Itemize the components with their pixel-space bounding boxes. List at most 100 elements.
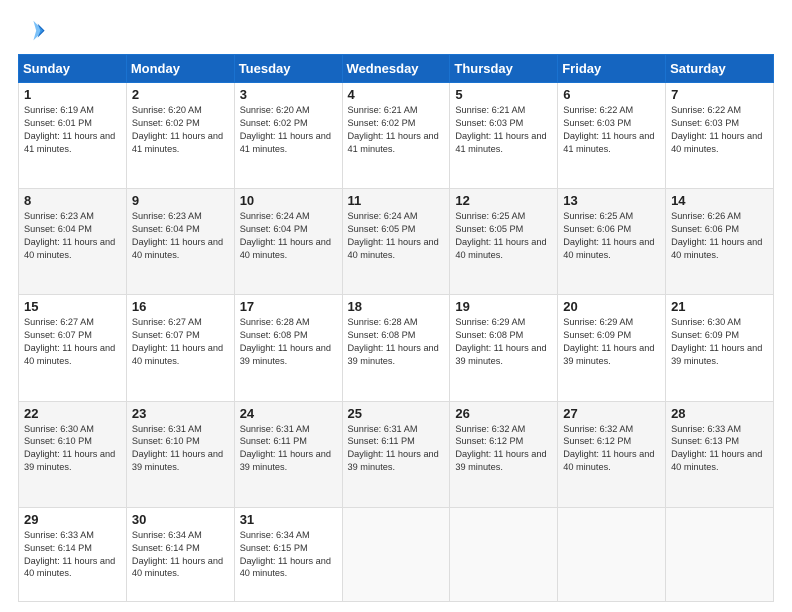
day-info: Sunrise: 6:20 AMSunset: 6:02 PMDaylight:…	[132, 105, 223, 154]
day-info: Sunrise: 6:22 AMSunset: 6:03 PMDaylight:…	[563, 105, 654, 154]
table-row: 18 Sunrise: 6:28 AMSunset: 6:08 PMDaylig…	[342, 295, 450, 401]
day-number: 19	[455, 299, 552, 314]
table-row	[666, 507, 774, 601]
table-row: 29 Sunrise: 6:33 AMSunset: 6:14 PMDaylig…	[19, 507, 127, 601]
day-info: Sunrise: 6:31 AMSunset: 6:10 PMDaylight:…	[132, 424, 223, 473]
table-row: 15 Sunrise: 6:27 AMSunset: 6:07 PMDaylig…	[19, 295, 127, 401]
day-number: 5	[455, 87, 552, 102]
day-number: 31	[240, 512, 337, 527]
table-row: 30 Sunrise: 6:34 AMSunset: 6:14 PMDaylig…	[126, 507, 234, 601]
table-row: 7 Sunrise: 6:22 AMSunset: 6:03 PMDayligh…	[666, 83, 774, 189]
table-row: 13 Sunrise: 6:25 AMSunset: 6:06 PMDaylig…	[558, 189, 666, 295]
col-monday: Monday	[126, 55, 234, 83]
day-info: Sunrise: 6:34 AMSunset: 6:14 PMDaylight:…	[132, 530, 223, 579]
table-row: 6 Sunrise: 6:22 AMSunset: 6:03 PMDayligh…	[558, 83, 666, 189]
day-info: Sunrise: 6:25 AMSunset: 6:05 PMDaylight:…	[455, 211, 546, 260]
table-row: 5 Sunrise: 6:21 AMSunset: 6:03 PMDayligh…	[450, 83, 558, 189]
table-row	[558, 507, 666, 601]
day-number: 1	[24, 87, 121, 102]
day-info: Sunrise: 6:20 AMSunset: 6:02 PMDaylight:…	[240, 105, 331, 154]
calendar-table: Sunday Monday Tuesday Wednesday Thursday…	[18, 54, 774, 602]
day-number: 4	[348, 87, 445, 102]
day-info: Sunrise: 6:26 AMSunset: 6:06 PMDaylight:…	[671, 211, 762, 260]
day-number: 22	[24, 406, 121, 421]
table-row	[342, 507, 450, 601]
day-info: Sunrise: 6:29 AMSunset: 6:08 PMDaylight:…	[455, 317, 546, 366]
day-number: 15	[24, 299, 121, 314]
table-row: 16 Sunrise: 6:27 AMSunset: 6:07 PMDaylig…	[126, 295, 234, 401]
table-row: 11 Sunrise: 6:24 AMSunset: 6:05 PMDaylig…	[342, 189, 450, 295]
day-info: Sunrise: 6:28 AMSunset: 6:08 PMDaylight:…	[240, 317, 331, 366]
table-row: 19 Sunrise: 6:29 AMSunset: 6:08 PMDaylig…	[450, 295, 558, 401]
day-info: Sunrise: 6:27 AMSunset: 6:07 PMDaylight:…	[24, 317, 115, 366]
table-row: 14 Sunrise: 6:26 AMSunset: 6:06 PMDaylig…	[666, 189, 774, 295]
day-info: Sunrise: 6:32 AMSunset: 6:12 PMDaylight:…	[563, 424, 654, 473]
day-info: Sunrise: 6:29 AMSunset: 6:09 PMDaylight:…	[563, 317, 654, 366]
table-row: 17 Sunrise: 6:28 AMSunset: 6:08 PMDaylig…	[234, 295, 342, 401]
day-info: Sunrise: 6:28 AMSunset: 6:08 PMDaylight:…	[348, 317, 439, 366]
day-number: 17	[240, 299, 337, 314]
day-info: Sunrise: 6:23 AMSunset: 6:04 PMDaylight:…	[132, 211, 223, 260]
day-number: 18	[348, 299, 445, 314]
table-row: 22 Sunrise: 6:30 AMSunset: 6:10 PMDaylig…	[19, 401, 127, 507]
day-info: Sunrise: 6:32 AMSunset: 6:12 PMDaylight:…	[455, 424, 546, 473]
day-number: 10	[240, 193, 337, 208]
day-info: Sunrise: 6:25 AMSunset: 6:06 PMDaylight:…	[563, 211, 654, 260]
table-row: 1 Sunrise: 6:19 AMSunset: 6:01 PMDayligh…	[19, 83, 127, 189]
table-row: 27 Sunrise: 6:32 AMSunset: 6:12 PMDaylig…	[558, 401, 666, 507]
table-row: 20 Sunrise: 6:29 AMSunset: 6:09 PMDaylig…	[558, 295, 666, 401]
day-number: 13	[563, 193, 660, 208]
table-row: 10 Sunrise: 6:24 AMSunset: 6:04 PMDaylig…	[234, 189, 342, 295]
day-number: 3	[240, 87, 337, 102]
day-number: 12	[455, 193, 552, 208]
col-saturday: Saturday	[666, 55, 774, 83]
day-number: 24	[240, 406, 337, 421]
day-number: 20	[563, 299, 660, 314]
header	[18, 18, 774, 46]
table-row: 3 Sunrise: 6:20 AMSunset: 6:02 PMDayligh…	[234, 83, 342, 189]
table-row	[450, 507, 558, 601]
day-number: 26	[455, 406, 552, 421]
day-number: 28	[671, 406, 768, 421]
day-info: Sunrise: 6:23 AMSunset: 6:04 PMDaylight:…	[24, 211, 115, 260]
day-number: 30	[132, 512, 229, 527]
table-row: 12 Sunrise: 6:25 AMSunset: 6:05 PMDaylig…	[450, 189, 558, 295]
day-info: Sunrise: 6:22 AMSunset: 6:03 PMDaylight:…	[671, 105, 762, 154]
table-row: 31 Sunrise: 6:34 AMSunset: 6:15 PMDaylig…	[234, 507, 342, 601]
day-info: Sunrise: 6:31 AMSunset: 6:11 PMDaylight:…	[240, 424, 331, 473]
table-row: 23 Sunrise: 6:31 AMSunset: 6:10 PMDaylig…	[126, 401, 234, 507]
day-info: Sunrise: 6:24 AMSunset: 6:04 PMDaylight:…	[240, 211, 331, 260]
table-row: 25 Sunrise: 6:31 AMSunset: 6:11 PMDaylig…	[342, 401, 450, 507]
day-number: 9	[132, 193, 229, 208]
col-sunday: Sunday	[19, 55, 127, 83]
day-info: Sunrise: 6:34 AMSunset: 6:15 PMDaylight:…	[240, 530, 331, 579]
day-number: 6	[563, 87, 660, 102]
col-wednesday: Wednesday	[342, 55, 450, 83]
table-row: 24 Sunrise: 6:31 AMSunset: 6:11 PMDaylig…	[234, 401, 342, 507]
day-number: 21	[671, 299, 768, 314]
day-number: 2	[132, 87, 229, 102]
table-row: 8 Sunrise: 6:23 AMSunset: 6:04 PMDayligh…	[19, 189, 127, 295]
day-info: Sunrise: 6:19 AMSunset: 6:01 PMDaylight:…	[24, 105, 115, 154]
logo	[18, 18, 48, 46]
table-row: 21 Sunrise: 6:30 AMSunset: 6:09 PMDaylig…	[666, 295, 774, 401]
table-row: 9 Sunrise: 6:23 AMSunset: 6:04 PMDayligh…	[126, 189, 234, 295]
day-number: 23	[132, 406, 229, 421]
day-number: 11	[348, 193, 445, 208]
day-number: 29	[24, 512, 121, 527]
table-row: 4 Sunrise: 6:21 AMSunset: 6:02 PMDayligh…	[342, 83, 450, 189]
day-info: Sunrise: 6:21 AMSunset: 6:03 PMDaylight:…	[455, 105, 546, 154]
logo-icon	[18, 18, 46, 46]
col-thursday: Thursday	[450, 55, 558, 83]
day-number: 16	[132, 299, 229, 314]
day-info: Sunrise: 6:21 AMSunset: 6:02 PMDaylight:…	[348, 105, 439, 154]
table-row: 26 Sunrise: 6:32 AMSunset: 6:12 PMDaylig…	[450, 401, 558, 507]
day-number: 25	[348, 406, 445, 421]
table-row: 28 Sunrise: 6:33 AMSunset: 6:13 PMDaylig…	[666, 401, 774, 507]
day-info: Sunrise: 6:27 AMSunset: 6:07 PMDaylight:…	[132, 317, 223, 366]
day-info: Sunrise: 6:30 AMSunset: 6:10 PMDaylight:…	[24, 424, 115, 473]
table-row: 2 Sunrise: 6:20 AMSunset: 6:02 PMDayligh…	[126, 83, 234, 189]
day-info: Sunrise: 6:33 AMSunset: 6:14 PMDaylight:…	[24, 530, 115, 579]
day-info: Sunrise: 6:33 AMSunset: 6:13 PMDaylight:…	[671, 424, 762, 473]
page: Sunday Monday Tuesday Wednesday Thursday…	[0, 0, 792, 612]
